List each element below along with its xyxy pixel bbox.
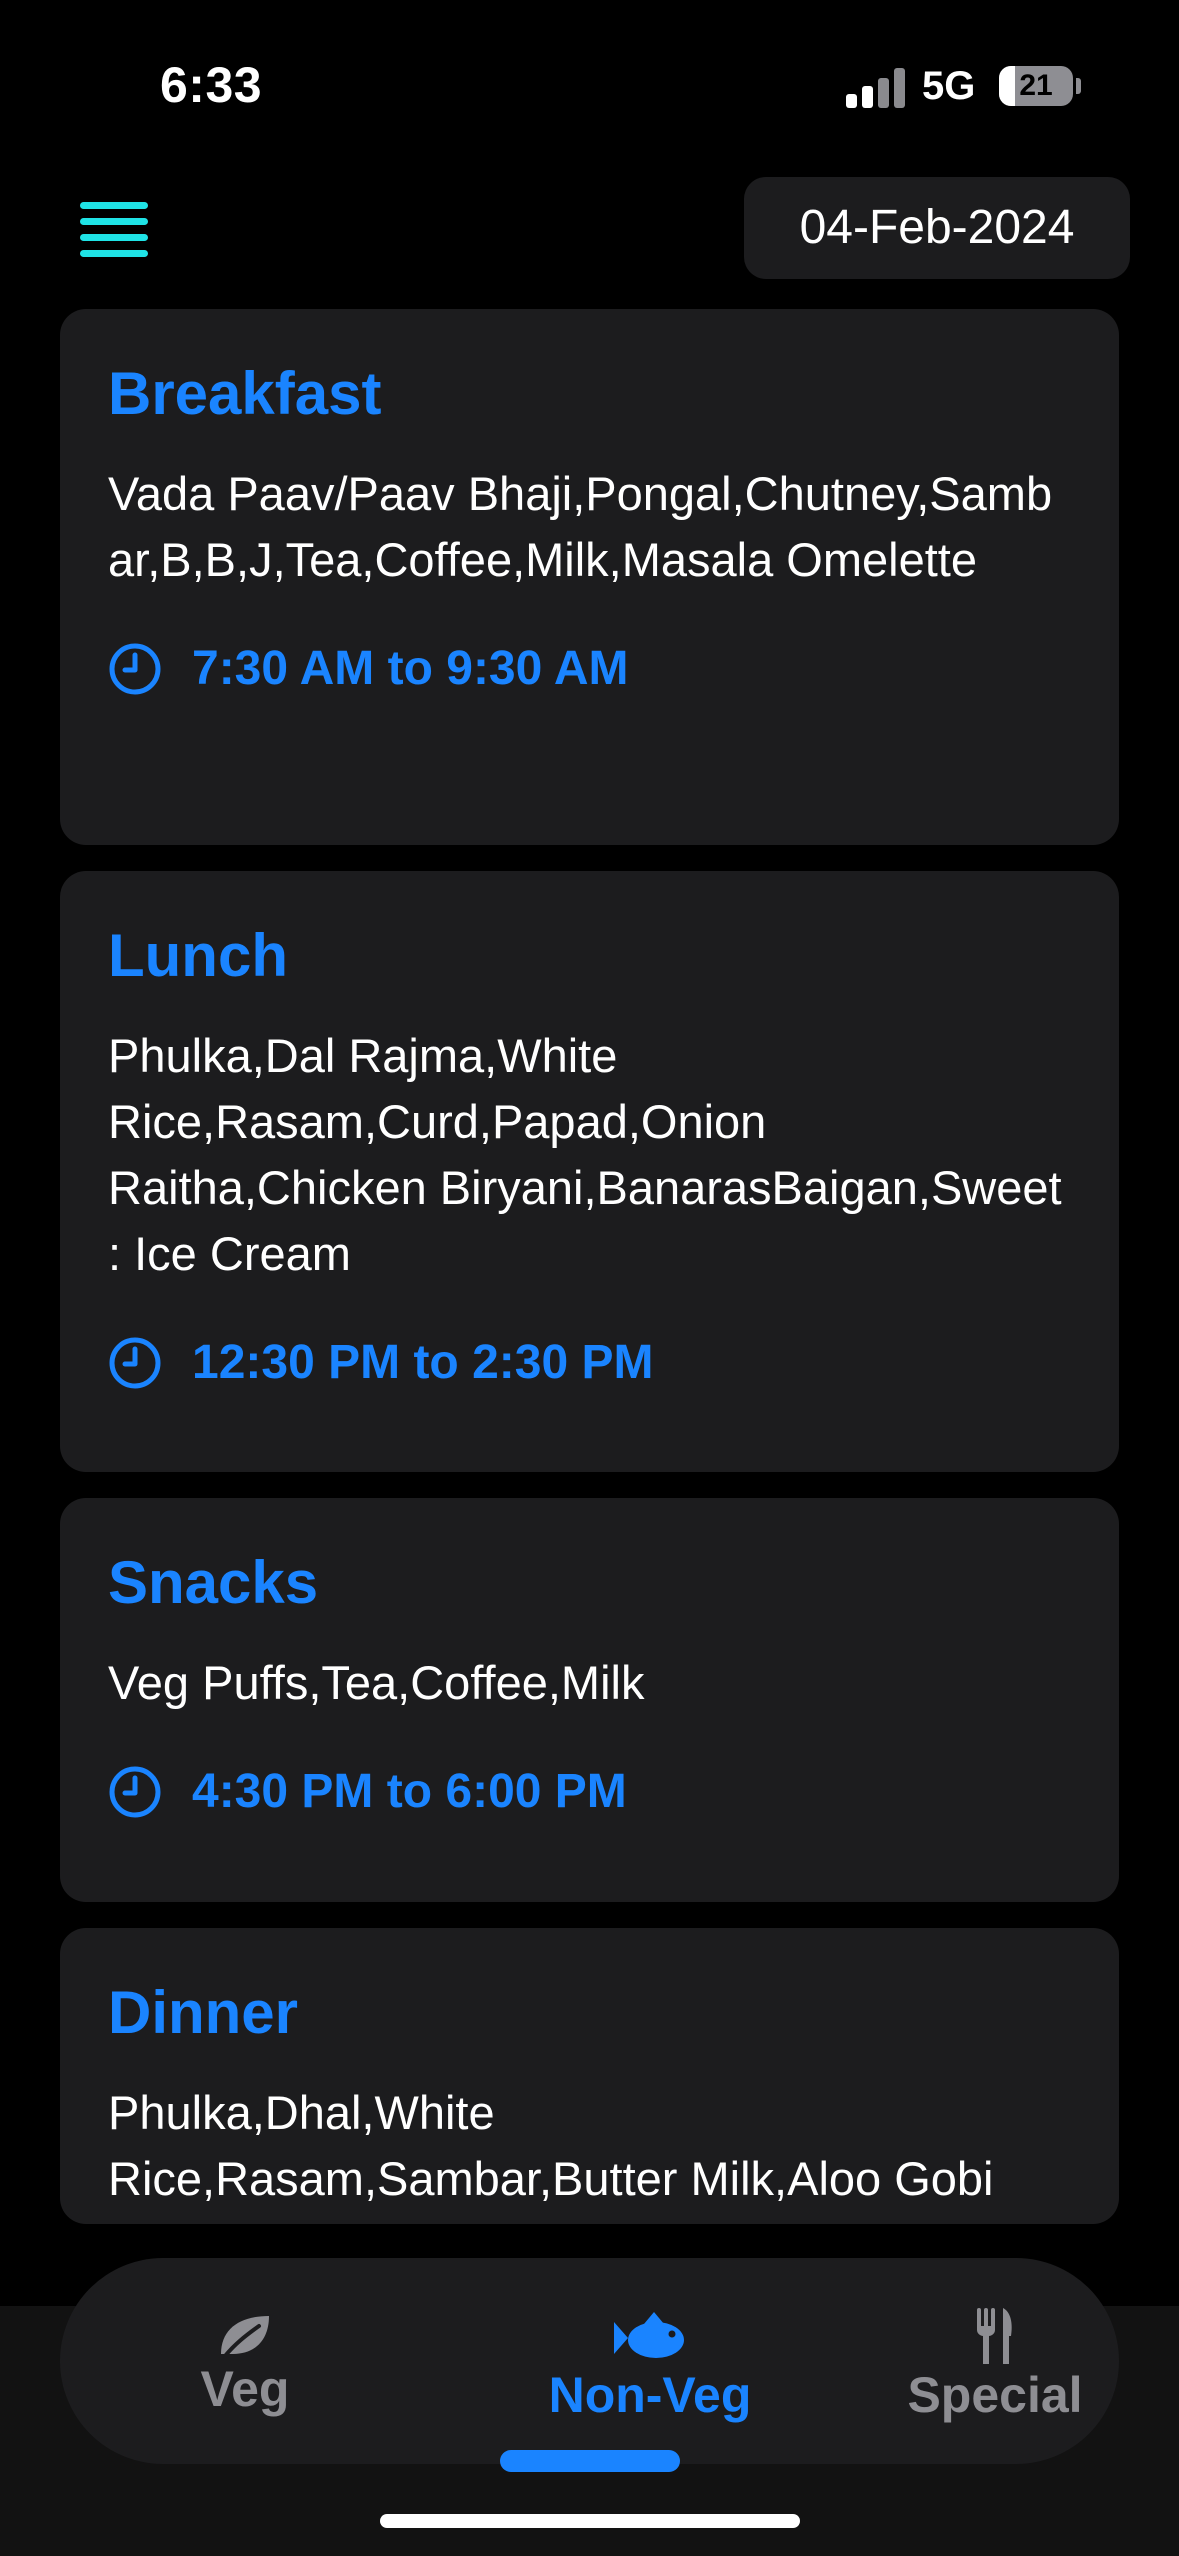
tab-label: Non-Veg — [548, 2367, 752, 2423]
meal-items: Vada Paav/Paav Bhaji,Pongal,Chutney,Samb… — [108, 467, 1053, 586]
fork-knife-icon — [977, 2308, 1012, 2364]
meal-time: 12:30 PM to 2:30 PM — [108, 1335, 1071, 1390]
network-type: 5G — [922, 64, 976, 108]
tab-label: Veg — [200, 2361, 290, 2417]
battery-tip — [1076, 78, 1081, 94]
meal-title: Snacks — [108, 1549, 319, 1616]
cellular-signal-icon — [846, 68, 906, 108]
meal-time-label: 12:30 PM to 2:30 PM — [192, 1336, 654, 1389]
clock-icon — [109, 643, 161, 694]
clock-icon — [109, 1766, 161, 1817]
active-tab-indicator — [500, 2450, 680, 2472]
tab-non-veg[interactable]: Non-Veg — [455, 2258, 845, 2464]
meal-card-lunch: Lunch Phulka,Dal Rajma,White Rice,Rasam,… — [60, 871, 1119, 1472]
battery-percentage: 21 — [1019, 69, 1053, 102]
status-bar: 6:33 5G 21 — [0, 0, 1179, 170]
battery-icon: 21 — [999, 66, 1073, 106]
meal-card-snacks: Snacks Veg Puffs,Tea,Coffee,Milk 4:30 PM… — [60, 1498, 1119, 1902]
meal-time-label: 7:30 AM to 9:30 AM — [192, 642, 629, 695]
home-indicator[interactable] — [380, 2514, 800, 2528]
clock-icon — [109, 1337, 161, 1388]
meal-title: Lunch — [108, 922, 288, 989]
date-selector[interactable]: 04-Feb-2024 — [744, 177, 1130, 279]
meal-items: Veg Puffs,Tea,Coffee,Milk — [108, 1656, 645, 1709]
status-time: 6:33 — [160, 57, 263, 113]
meal-time: 7:30 AM to 9:30 AM — [108, 641, 1071, 696]
meal-time: 4:30 PM to 6:00 PM — [108, 1764, 1071, 1819]
bottom-tab-bar: Veg Non-Veg Special — [60, 2258, 1119, 2464]
tab-veg[interactable]: Veg — [130, 2258, 360, 2464]
meal-items: Phulka,Dal Rajma,White Rice,Rasam,Curd,P… — [108, 1029, 1062, 1280]
tab-special[interactable]: Special — [880, 2258, 1110, 2464]
meal-title: Dinner — [108, 1979, 299, 2046]
meal-title: Breakfast — [108, 360, 382, 427]
meal-time-label: 4:30 PM to 6:00 PM — [192, 1765, 627, 1818]
leaf-icon — [221, 2316, 269, 2358]
hamburger-menu-icon[interactable] — [80, 200, 148, 260]
meal-card-breakfast: Breakfast Vada Paav/Paav Bhaji,Pongal,Ch… — [60, 309, 1119, 845]
fish-icon — [614, 2312, 684, 2358]
tab-label: Special — [907, 2367, 1083, 2423]
meal-items: Phulka,Dhal,White Rice,Rasam,Sambar,Butt… — [108, 2086, 994, 2205]
meal-card-dinner: Dinner Phulka,Dhal,White Rice,Rasam,Samb… — [60, 1928, 1119, 2224]
